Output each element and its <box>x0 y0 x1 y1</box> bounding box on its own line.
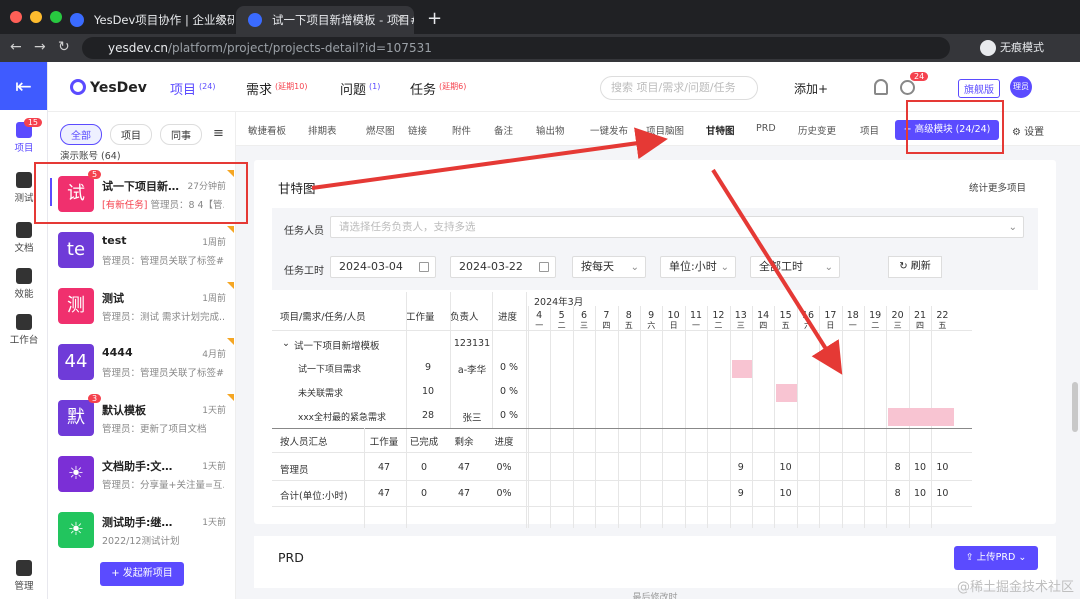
arrow-to-gantt-tab <box>311 127 668 190</box>
incognito-indicator[interactable]: 无痕模式 <box>980 39 1044 56</box>
window-controls <box>10 11 62 23</box>
browser-tab-bar: YesDev项目协作 | 企业级研发协 ✕ 试一下项目新增模板 - 项目#10 … <box>0 0 1080 34</box>
app: ⇤ 15 项目 测试 文档 效能 工作台 管理 YesDev 项目 (24) 需… <box>0 62 1080 599</box>
annotation-arrows <box>311 127 843 375</box>
favicon-icon <box>70 13 84 27</box>
close-window-button[interactable] <box>10 11 22 23</box>
back-icon[interactable]: ← <box>10 39 22 55</box>
forward-icon[interactable]: → <box>34 39 46 55</box>
url-path: /platform/project/projects-detail?id=107… <box>167 41 432 55</box>
incognito-icon <box>980 40 996 56</box>
tab-title: YesDev项目协作 | 企业级研发协 <box>94 13 234 27</box>
favicon-icon <box>248 13 262 27</box>
url-field[interactable]: yesdev.cn/platform/project/projects-deta… <box>82 37 950 59</box>
address-bar: ← → ↻ yesdev.cn/platform/project/project… <box>0 34 1080 62</box>
arrow-to-gantt-bars <box>711 168 843 375</box>
reload-icon[interactable]: ↻ <box>58 39 70 55</box>
url-host: yesdev.cn <box>108 41 168 55</box>
scrollbar[interactable] <box>1072 382 1078 432</box>
browser-tab-2[interactable]: 试一下项目新增模板 - 项目#10 ✕ <box>236 6 414 34</box>
close-tab-icon[interactable]: ✕ <box>396 12 406 26</box>
incognito-label: 无痕模式 <box>1000 41 1044 54</box>
minimize-window-button[interactable] <box>30 11 42 23</box>
browser-tab-1[interactable]: YesDev项目协作 | 企业级研发协 ✕ <box>58 6 234 34</box>
close-tab-icon[interactable]: ✕ <box>216 12 226 26</box>
watermark: @稀土掘金技术社区 <box>956 580 1074 595</box>
tab-title: 试一下项目新增模板 - 项目#10 <box>272 13 414 27</box>
new-tab-icon[interactable]: + <box>427 8 442 29</box>
